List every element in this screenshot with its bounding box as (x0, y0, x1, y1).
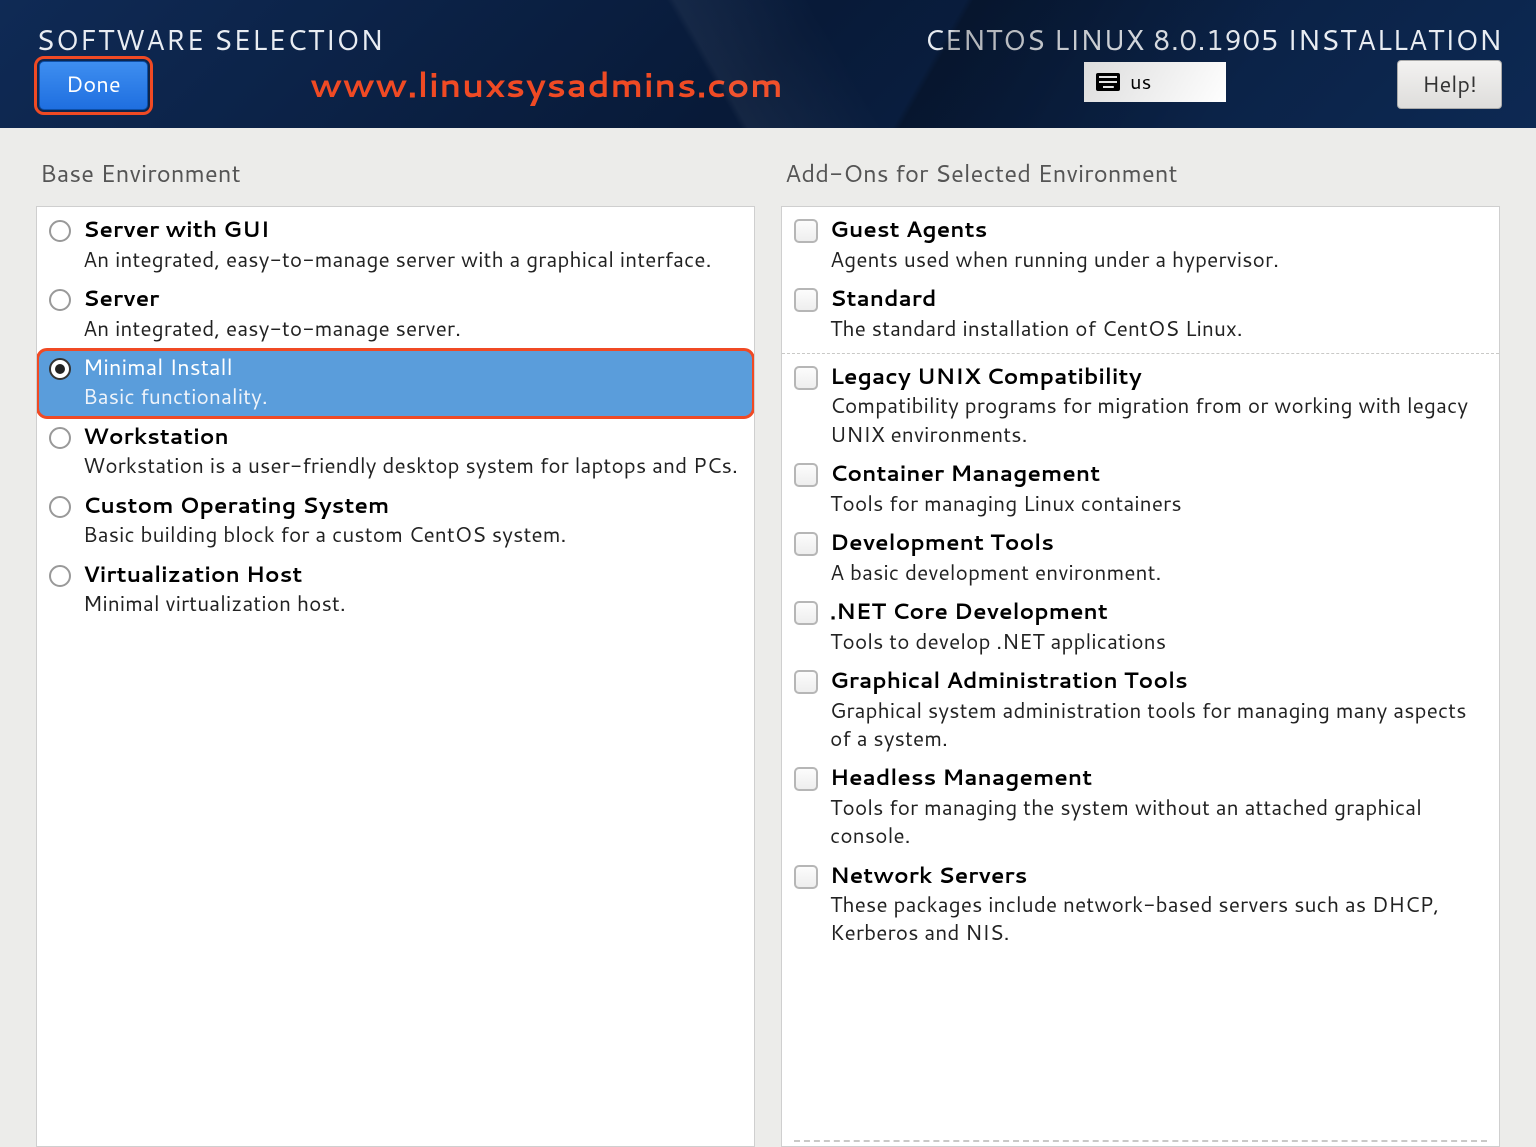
addon-option[interactable]: .NET Core DevelopmentTools to develop .N… (782, 593, 1499, 662)
keyboard-icon (1096, 73, 1120, 91)
base-environment-panel: Server with GUIAn integrated, easy-to-ma… (36, 206, 755, 1147)
addon-option[interactable]: Graphical Administration ToolsGraphical … (782, 662, 1499, 759)
checkbox-icon (794, 219, 818, 243)
checkbox-icon (794, 670, 818, 694)
env-option[interactable]: Minimal InstallBasic functionality. (37, 349, 754, 418)
checkbox-icon (794, 767, 818, 791)
env-option[interactable]: ServerAn integrated, easy-to-manage serv… (37, 280, 754, 349)
keyboard-layout-value: us (1130, 68, 1151, 96)
env-option[interactable]: WorkstationWorkstation is a user-friendl… (37, 418, 754, 487)
checkbox-icon (794, 366, 818, 390)
addon-option[interactable]: Container ManagementTools for managing L… (782, 455, 1499, 524)
radio-icon (49, 220, 71, 242)
base-environment-column: Base Environment Server with GUIAn integ… (36, 152, 755, 1147)
done-button-highlight: Done (34, 56, 153, 115)
checkbox-icon (794, 601, 818, 625)
addon-option-desc: The standard installation of CentOS Linu… (830, 314, 1483, 342)
env-option-desc: An integrated, easy-to-manage server. (83, 314, 738, 342)
content-area: Base Environment Server with GUIAn integ… (0, 128, 1536, 1147)
addon-option-desc: Tools for managing Linux containers (830, 489, 1483, 517)
base-environment-heading: Base Environment (40, 156, 755, 190)
addon-option-desc: A basic development environment. (830, 558, 1483, 586)
env-option-label: Server with GUI (83, 216, 738, 245)
checkbox-icon (794, 463, 818, 487)
env-option-desc: Minimal virtualization host. (83, 589, 738, 617)
addon-option-label: Headless Management (830, 764, 1483, 793)
addon-option[interactable]: StandardThe standard installation of Cen… (782, 280, 1499, 349)
env-option-desc: An integrated, easy-to-manage server wit… (83, 245, 738, 273)
radio-icon (49, 427, 71, 449)
addon-option-desc: Tools to develop .NET applications (830, 627, 1483, 655)
env-option-label: Server (83, 285, 738, 314)
installer-title: CENTOS LINUX 8.0.1905 INSTALLATION (924, 20, 1502, 60)
addon-option[interactable]: Development ToolsA basic development env… (782, 524, 1499, 593)
installer-header: SOFTWARE SELECTION Done www.linuxsysadmi… (0, 0, 1536, 128)
help-button[interactable]: Help! (1397, 60, 1502, 109)
radio-icon (49, 565, 71, 587)
env-option-desc: Basic functionality. (83, 382, 738, 410)
radio-icon (49, 358, 71, 380)
addon-option-label: Container Management (830, 460, 1483, 489)
radio-icon (49, 289, 71, 311)
addon-option[interactable]: Guest AgentsAgents used when running und… (782, 211, 1499, 280)
addon-option-label: Standard (830, 285, 1483, 314)
checkbox-icon (794, 532, 818, 556)
addon-option-desc: Tools for managing the system without an… (830, 793, 1483, 850)
keyboard-layout-indicator[interactable]: us (1084, 62, 1226, 102)
addon-option-label: Network Servers (830, 862, 1483, 891)
env-option-label: Virtualization Host (83, 561, 738, 590)
radio-icon (49, 496, 71, 518)
env-option-label: Minimal Install (83, 354, 738, 383)
env-option-desc: Basic building block for a custom CentOS… (83, 520, 738, 548)
page-title: SOFTWARE SELECTION (36, 20, 384, 60)
checkbox-icon (794, 288, 818, 312)
addon-option-label: Development Tools (830, 529, 1483, 558)
addon-option-desc: Agents used when running under a hypervi… (830, 245, 1483, 273)
addon-option-desc: These packages include network-based ser… (830, 890, 1483, 947)
env-option-label: Workstation (83, 423, 738, 452)
addons-column: Add-Ons for Selected Environment Guest A… (781, 152, 1500, 1147)
addon-option-label: Guest Agents (830, 216, 1483, 245)
env-option[interactable]: Custom Operating SystemBasic building bl… (37, 487, 754, 556)
env-option[interactable]: Server with GUIAn integrated, easy-to-ma… (37, 211, 754, 280)
addons-panel: Guest AgentsAgents used when running und… (781, 206, 1500, 1147)
watermark-text: www.linuxsysadmins.com (310, 60, 783, 108)
done-button[interactable]: Done (39, 61, 148, 110)
addon-option-label: Legacy UNIX Compatibility (830, 363, 1483, 392)
addon-option[interactable]: Legacy UNIX CompatibilityCompatibility p… (782, 353, 1499, 455)
addon-option[interactable]: Network ServersThese packages include ne… (782, 857, 1499, 954)
addon-option-desc: Compatibility programs for migration fro… (830, 391, 1483, 448)
env-option[interactable]: Virtualization HostMinimal virtualizatio… (37, 556, 754, 625)
addon-option-label: Graphical Administration Tools (830, 667, 1483, 696)
addon-option-label: .NET Core Development (830, 598, 1483, 627)
env-option-desc: Workstation is a user-friendly desktop s… (83, 451, 738, 479)
checkbox-icon (794, 865, 818, 889)
addon-option[interactable]: Headless ManagementTools for managing th… (782, 759, 1499, 856)
addons-heading: Add-Ons for Selected Environment (785, 156, 1500, 190)
addon-option-desc: Graphical system administration tools fo… (830, 696, 1483, 753)
env-option-label: Custom Operating System (83, 492, 738, 521)
